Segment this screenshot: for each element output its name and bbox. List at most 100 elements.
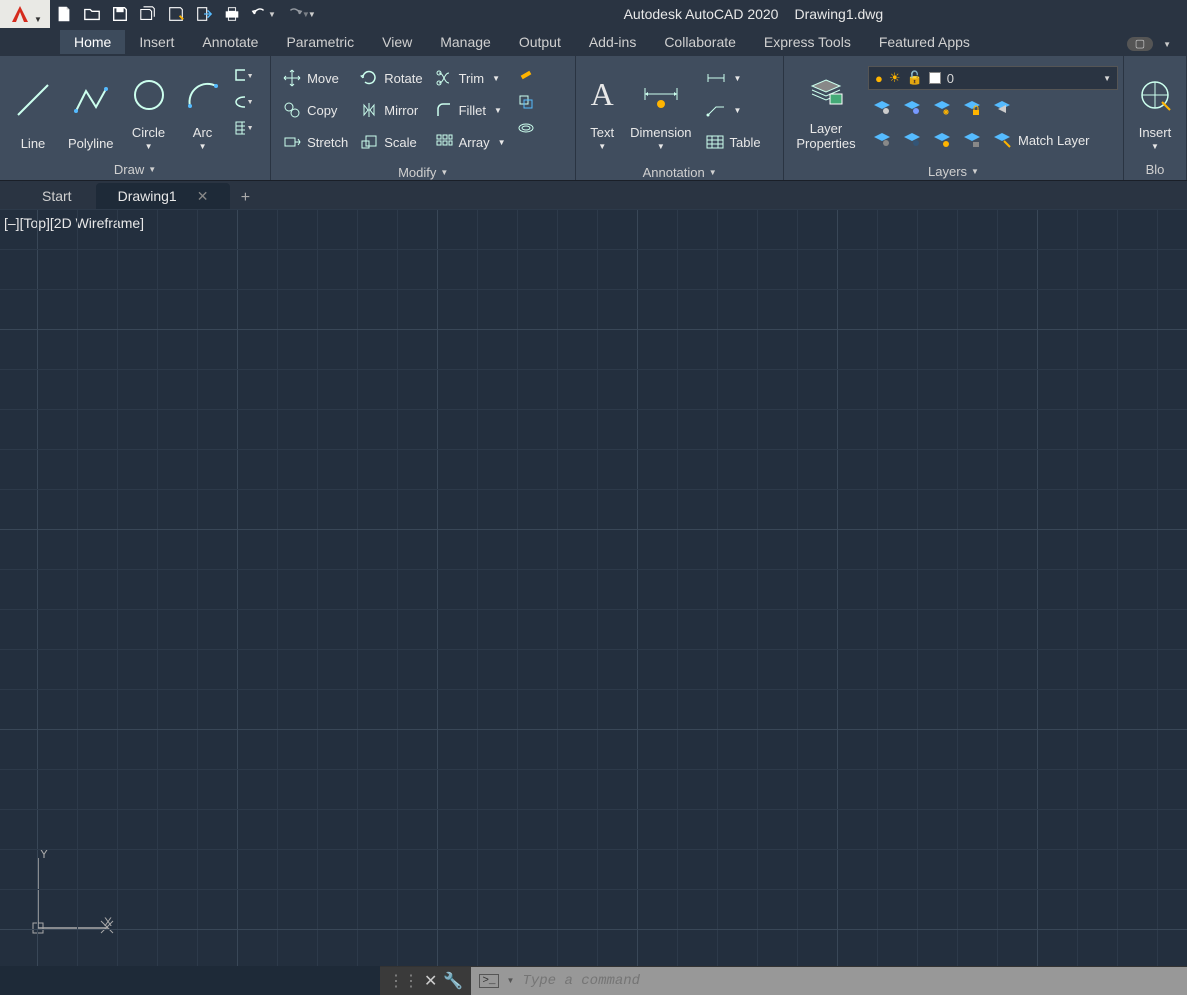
lock-icon: 🔓 (907, 70, 923, 86)
customize-icon[interactable]: 🔧 (443, 971, 463, 991)
tab-start[interactable]: Start (20, 183, 94, 209)
linear-icon[interactable]: ▼ (702, 64, 765, 92)
panel-modify-title[interactable]: Modify▼ (271, 164, 575, 180)
line-label: Line (21, 136, 46, 151)
chevron-down-icon[interactable]: ▼ (507, 976, 515, 985)
text-icon: A (591, 64, 614, 125)
print-icon[interactable] (218, 0, 246, 28)
explode-icon[interactable] (516, 92, 536, 112)
insert-block-button[interactable]: Insert▼ (1130, 60, 1180, 155)
erase-icon[interactable] (516, 66, 536, 86)
leader-icon[interactable]: ▼ (702, 96, 765, 124)
panel-annotation-title[interactable]: Annotation▼ (576, 164, 783, 180)
title-bar: ▼ ▼ ▼ ▼ Autodesk AutoCAD 2020 Drawing1.d… (0, 0, 1187, 28)
layer-dropdown[interactable]: ● ☀ 🔓 0 ▼ (868, 66, 1118, 90)
polyline-button[interactable]: Polyline (60, 60, 122, 155)
array-button[interactable]: Array▼ (431, 128, 510, 156)
document-tabs: Start Drawing1 ✕ + (0, 181, 1187, 209)
tab-insert[interactable]: Insert (125, 30, 188, 54)
chevron-down-icon: ▼ (1103, 74, 1111, 83)
layer-properties-icon (806, 64, 846, 122)
ucs-icon[interactable]: Y X (28, 848, 118, 938)
panel-annotation: A Text▼ Dimension▼ ▼ ▼ Table Annotation▼ (576, 56, 784, 180)
hatch-icon[interactable]: ▼ (234, 118, 254, 138)
menu-dropdown-icon[interactable]: ▼ (1163, 40, 1171, 49)
saveall-icon[interactable] (134, 0, 162, 28)
menu-bar: Home Insert Annotate Parametric View Man… (0, 28, 1187, 56)
new-tab-button[interactable]: + (232, 187, 258, 209)
layer-off-icon[interactable] (872, 98, 892, 118)
tab-manage[interactable]: Manage (426, 30, 505, 54)
drawing-canvas[interactable]: [–][Top][2D Wireframe] Y X (0, 209, 1187, 966)
tab-view[interactable]: View (368, 30, 426, 54)
close-command-icon[interactable]: ✕ (424, 971, 437, 991)
dimension-button[interactable]: Dimension▼ (622, 60, 699, 155)
undo-dropdown-icon[interactable]: ▼ (268, 10, 276, 19)
import-icon[interactable] (190, 0, 218, 28)
tab-drawing1[interactable]: Drawing1 ✕ (96, 183, 231, 209)
save-icon[interactable] (106, 0, 134, 28)
arc-button[interactable]: Arc ▼ (176, 60, 230, 155)
layer-thaw-icon[interactable] (932, 130, 952, 150)
panel-block: Insert▼ Blo (1124, 56, 1187, 180)
tab-express-tools[interactable]: Express Tools (750, 30, 865, 54)
open-icon[interactable] (78, 0, 106, 28)
stretch-button[interactable]: Stretch (279, 128, 352, 156)
panel-block-title[interactable]: Blo (1124, 159, 1186, 180)
table-button[interactable]: Table (702, 128, 765, 156)
line-icon (14, 64, 52, 136)
new-icon[interactable] (50, 0, 78, 28)
layer-make-current-icon[interactable] (992, 98, 1012, 118)
arc-label: Arc (193, 125, 213, 140)
layer-properties-button[interactable]: LayerProperties (790, 60, 862, 155)
grip-icon[interactable]: ⋮⋮ (388, 971, 418, 991)
viewport-label[interactable]: [–][Top][2D Wireframe] (4, 215, 144, 231)
tab-parametric[interactable]: Parametric (272, 30, 368, 54)
panel-layers-title[interactable]: Layers▼ (784, 162, 1123, 180)
layer-lock-icon[interactable] (962, 98, 982, 118)
search-pill-icon[interactable]: ▢ (1127, 37, 1153, 51)
circle-button[interactable]: Circle ▼ (122, 60, 176, 155)
tab-featured-apps[interactable]: Featured Apps (865, 30, 984, 54)
line-button[interactable]: Line (6, 60, 60, 155)
window-title: Autodesk AutoCAD 2020 Drawing1.dwg (320, 6, 1187, 22)
layer-uniso-icon[interactable] (902, 130, 922, 150)
menu-right: ▢ ▼ (1127, 34, 1175, 50)
panel-draw-title[interactable]: Draw▼ (0, 159, 270, 180)
tab-home[interactable]: Home (60, 30, 125, 54)
saveas-icon[interactable] (162, 0, 190, 28)
rotate-button[interactable]: Rotate (356, 64, 426, 92)
sun-icon: ☀ (889, 70, 901, 86)
tab-collaborate[interactable]: Collaborate (650, 30, 750, 54)
layer-unlock-icon[interactable] (962, 130, 982, 150)
tab-output[interactable]: Output (505, 30, 575, 54)
polyline-icon (72, 64, 110, 136)
layer-on-icon[interactable] (872, 130, 892, 150)
move-button[interactable]: Move (279, 64, 352, 92)
match-layer-button[interactable]: Match Layer (992, 126, 1090, 154)
panel-draw: Line Polyline Circle ▼ Arc ▼ ▼ ▼ ▼ Dr (0, 56, 271, 180)
fillet-button[interactable]: Fillet▼ (431, 96, 510, 124)
copy-button[interactable]: Copy (279, 96, 352, 124)
text-button[interactable]: A Text▼ (582, 60, 622, 155)
insert-block-icon (1138, 64, 1172, 125)
tab-annotate[interactable]: Annotate (188, 30, 272, 54)
quick-access-toolbar: ▼ ▼ ▼ (50, 0, 320, 28)
tab-addins[interactable]: Add-ins (575, 30, 650, 54)
layer-properties-label: LayerProperties (796, 122, 855, 151)
ucs-x-label: X (104, 915, 112, 929)
layer-iso-icon[interactable] (902, 98, 922, 118)
trim-button[interactable]: Trim▼ (431, 64, 510, 92)
rectangle-icon[interactable]: ▼ (234, 66, 254, 86)
command-input[interactable] (522, 973, 1179, 989)
ellipse-icon[interactable]: ▼ (234, 92, 254, 112)
command-prompt-icon: >_ (479, 974, 498, 988)
redo-dropdown-icon[interactable]: ▼ (302, 10, 310, 19)
layer-freeze-icon[interactable] (932, 98, 952, 118)
close-icon[interactable]: ✕ (197, 188, 209, 205)
mirror-button[interactable]: Mirror (356, 96, 426, 124)
scale-button[interactable]: Scale (356, 128, 426, 156)
app-menu-button[interactable]: ▼ (0, 0, 50, 28)
offset-icon[interactable] (516, 118, 536, 138)
ribbon: Line Polyline Circle ▼ Arc ▼ ▼ ▼ ▼ Dr (0, 56, 1187, 181)
